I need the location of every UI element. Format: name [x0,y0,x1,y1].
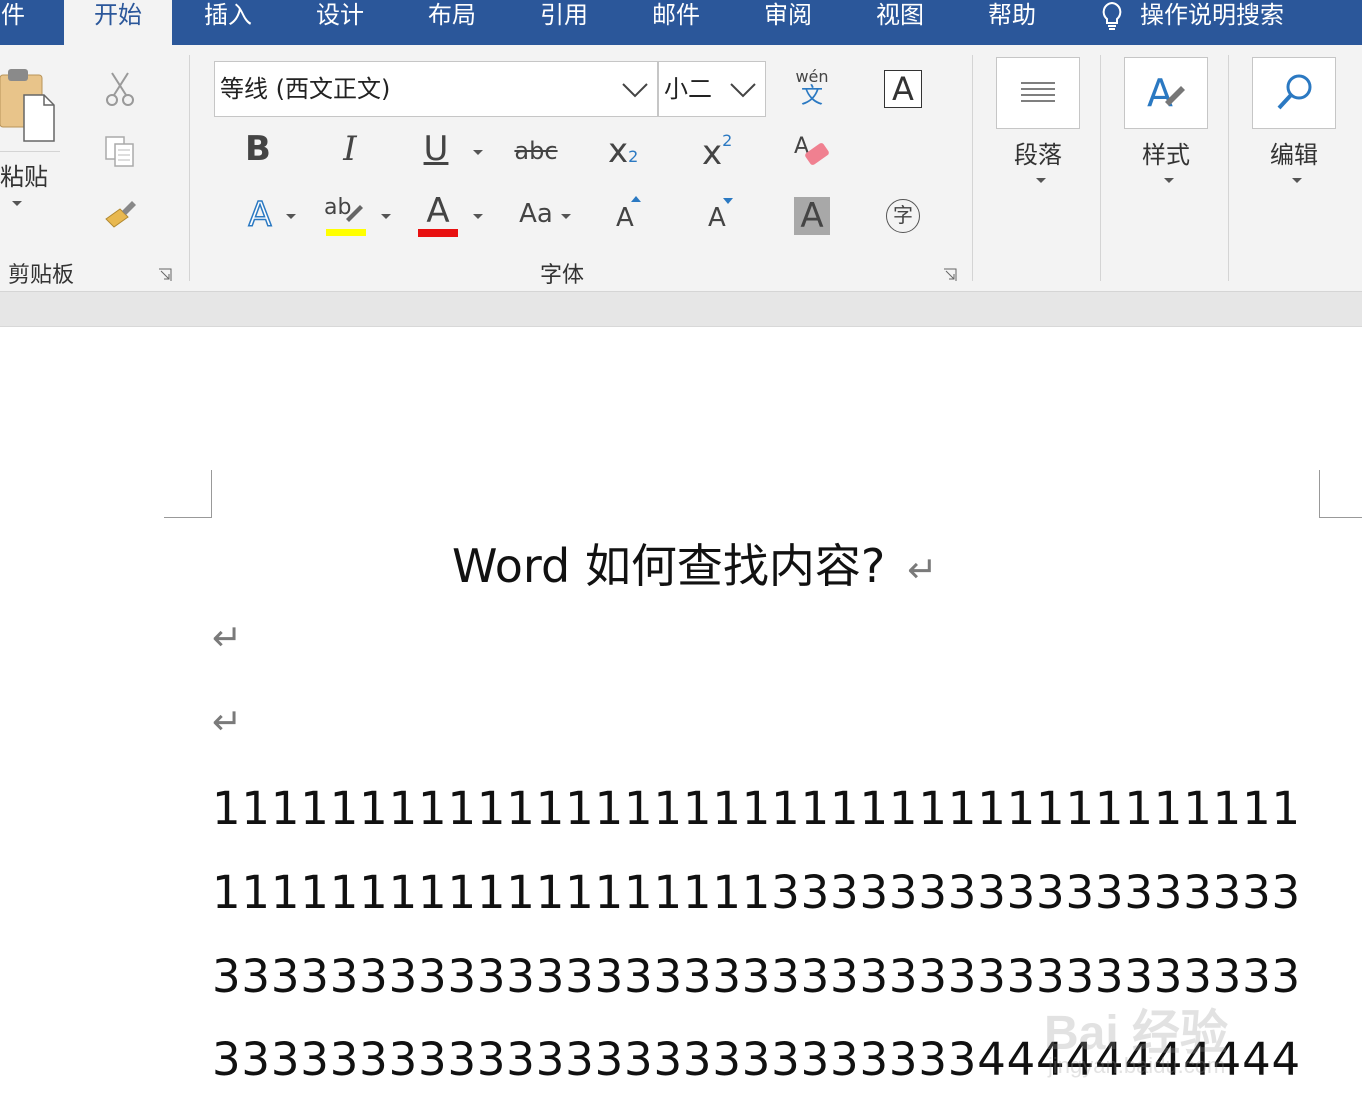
paragraph-mark-icon: ↵ [907,550,938,591]
tab-review[interactable]: 审阅 [756,0,820,45]
tab-insert[interactable]: 插入 [196,0,260,45]
chevron-down-icon[interactable] [1164,178,1174,183]
chevron-down-icon[interactable] [12,201,22,206]
chevron-down-icon[interactable] [473,150,483,155]
tab-view[interactable]: 视图 [868,0,932,45]
ribbon: 粘贴 剪贴板 等线 (西文正文) 小二 wén 文 A B I U abc x2… [0,45,1362,292]
editing-label: 编辑 [1270,141,1318,169]
chevron-down-icon[interactable] [1036,178,1046,183]
chevron-down-icon[interactable] [1292,178,1302,183]
styles-icon: A [1147,71,1185,114]
svg-text:A: A [1147,71,1173,114]
document-text-line[interactable]: 1111111111111111111111111111111111111111… [212,782,1302,835]
arrow-up-icon [631,196,641,202]
tab-layout[interactable]: 布局 [420,0,484,45]
character-border-button[interactable]: A [884,70,922,108]
paragraph-button[interactable] [996,57,1080,129]
font-size-combobox[interactable]: 小二 [658,61,766,117]
font-group-label: 字体 [540,263,585,288]
underline-button[interactable]: U [416,129,456,169]
watermark-sub-text: jingyan.baidu.com [1048,1053,1226,1078]
styles-label: 样式 [1142,141,1190,169]
grow-font-button[interactable]: A [614,195,644,235]
tab-mailings[interactable]: 邮件 [644,0,708,45]
copy-icon[interactable] [104,135,136,173]
change-case-button[interactable]: Aa [516,199,556,229]
group-separator [189,55,190,281]
font-name-combobox[interactable]: 等线 (西文正文) [214,61,658,117]
font-color-bar [418,229,458,237]
italic-button[interactable]: I [330,129,370,169]
ribbon-tab-bar: 件 开始 插入 设计 布局 引用 邮件 审阅 视图 帮助 操作说明搜索 [0,0,1362,45]
font-color-glyph: A [426,191,450,231]
superscript-base: x [702,133,723,173]
chevron-down-icon[interactable] [286,214,296,219]
chevron-down-icon[interactable] [381,214,391,219]
pen-icon [346,205,363,222]
crop-mark [211,470,212,517]
crop-mark [1319,517,1362,518]
search-icon [1277,74,1312,110]
tell-me-search[interactable]: 操作说明搜索 [1098,0,1284,45]
document-text-line[interactable]: 1111111111111111111333333333333333333333… [212,866,1302,919]
clipboard-group-label: 剪贴板 [8,263,75,288]
chevron-down-icon[interactable] [621,82,649,98]
highlight-button[interactable]: ab [324,195,368,239]
group-separator [1100,55,1101,281]
crop-mark [164,517,212,518]
cut-icon[interactable] [104,71,136,111]
group-separator [972,55,973,281]
clipboard-dialog-launcher-icon[interactable] [158,267,172,281]
lightbulb-icon [1102,1,1122,30]
group-separator [1228,55,1229,281]
paste-icon[interactable] [0,67,56,143]
font-name-value: 等线 (西文正文) [220,75,391,103]
superscript-mark: 2 [722,131,733,150]
divider [0,151,60,152]
superscript-button[interactable]: x2 [702,131,746,173]
font-size-value: 小二 [664,75,712,103]
tell-me-label: 操作说明搜索 [1140,1,1284,29]
styles-button[interactable]: A [1124,57,1208,129]
paragraph-mark-icon: ↵ [212,618,243,659]
font-color-button[interactable]: A [418,193,458,237]
tab-design[interactable]: 设计 [308,0,372,45]
pinyin-bottom-text: 文 [800,84,823,109]
arrow-down-icon [723,198,733,204]
pinyin-top-text: wén [795,67,829,86]
phonetic-guide-button[interactable]: wén 文 [792,69,832,109]
tab-references[interactable]: 引用 [532,0,596,45]
font-dialog-launcher-icon[interactable] [943,267,957,281]
tab-home[interactable]: 开始 [64,0,172,45]
subscript-base: x [608,131,629,171]
highlight-color-bar [326,229,366,236]
paragraph-mark-icon: ↵ [212,702,243,743]
chevron-down-icon[interactable] [473,214,483,219]
shrink-font-glyph: A [708,203,726,233]
editing-button[interactable] [1252,57,1336,129]
document-title-text: Word 如何查找内容? [452,539,886,593]
subscript-button[interactable]: x2 [608,131,652,171]
tab-file[interactable]: 件 [0,0,28,45]
paragraph-label: 段落 [1014,141,1062,169]
paragraph-icon [1021,82,1055,102]
shrink-font-button[interactable]: A [706,195,736,235]
subscript-mark: 2 [628,147,639,166]
strikethrough-button[interactable]: abc [512,137,560,165]
character-shading-button[interactable]: A [794,197,830,235]
tab-help[interactable]: 帮助 [980,0,1044,45]
bold-button[interactable]: B [238,129,278,169]
chevron-down-icon[interactable] [729,82,757,98]
grow-font-glyph: A [616,203,634,233]
document-title[interactable]: Word 如何查找内容? ↵ [452,530,937,596]
text-effects-button[interactable]: A [240,194,280,236]
chevron-down-icon[interactable] [561,214,571,219]
crop-mark [1319,470,1320,517]
clear-formatting-icon[interactable]: A [792,131,834,177]
enclose-characters-button[interactable]: 字 [886,199,920,233]
paste-button[interactable]: 粘贴 [0,157,48,192]
format-painter-icon[interactable] [102,199,138,237]
baidu-jingyan-watermark: Bai 经验 jingyan.baidu.com [1040,985,1310,1090]
ribbon-document-gap [0,292,1362,327]
